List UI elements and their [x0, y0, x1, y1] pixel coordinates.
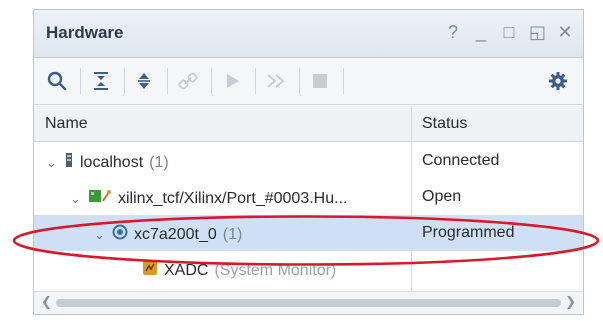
- column-header-status[interactable]: Status: [422, 115, 467, 133]
- tree-row-localhost[interactable]: ⌄ localhost (1) Connected: [34, 143, 583, 179]
- toolbar-separator: [255, 68, 256, 94]
- restore-icon[interactable]: ◱: [529, 22, 546, 42]
- status-cell: Programmed: [422, 224, 515, 241]
- link-icon[interactable]: [175, 68, 201, 94]
- tree-row-detail: (System Monitor): [214, 261, 337, 279]
- scrollbar-thumb[interactable]: [56, 299, 561, 307]
- horizontal-scrollbar[interactable]: ❮ ❯: [34, 291, 583, 314]
- panel-toolbar: [34, 58, 583, 105]
- fast-forward-icon[interactable]: [263, 68, 289, 94]
- chip-icon: [112, 224, 128, 245]
- tree-row-target[interactable]: ⌄ xilinx_tcf/Xilinx/Port_#0003.Hu... Ope…: [34, 179, 583, 215]
- toolbar-separator: [343, 68, 344, 94]
- toolbar-separator: [80, 68, 81, 94]
- chevron-down-icon[interactable]: ⌄: [46, 155, 58, 171]
- chevron-down-icon[interactable]: ⌄: [70, 191, 82, 207]
- tree-row-device[interactable]: ⌄ xc7a200t_0 (1) Programmed: [34, 215, 583, 251]
- scroll-left-icon[interactable]: ❮: [41, 294, 52, 310]
- server-icon: [64, 152, 74, 173]
- gear-icon[interactable]: [545, 68, 571, 94]
- stop-icon[interactable]: [307, 68, 333, 94]
- window-controls: ? _ □ ◱ ✕: [445, 22, 573, 42]
- panel-titlebar: Hardware ? _ □ ◱ ✕: [34, 10, 583, 58]
- hardware-panel: Hardware ? _ □ ◱ ✕ Name Status ⌄ localho…: [33, 9, 584, 315]
- tree-row-xadc[interactable]: XADC (System Monitor): [34, 251, 583, 287]
- search-icon[interactable]: [44, 68, 70, 94]
- toolbar-separator: [211, 68, 212, 94]
- jtag-cable-icon: [88, 188, 112, 209]
- monitor-icon: [142, 260, 158, 281]
- chevron-down-icon[interactable]: ⌄: [94, 227, 106, 243]
- panel-title: Hardware: [46, 23, 124, 42]
- column-header-name[interactable]: Name: [45, 115, 88, 133]
- tree-row-label: xc7a200t_0: [134, 225, 217, 243]
- column-header: Name Status: [34, 106, 583, 142]
- expand-all-icon[interactable]: [131, 68, 157, 94]
- run-icon[interactable]: [219, 68, 245, 94]
- tree-row-label: XADC: [164, 261, 209, 279]
- collapse-all-icon[interactable]: [88, 68, 114, 94]
- toolbar-separator: [299, 68, 300, 94]
- tree-row-count: (1): [222, 225, 243, 243]
- tree-row-label: xilinx_tcf/Xilinx/Port_#0003.Hu...: [118, 189, 348, 207]
- status-cell: Open: [422, 188, 462, 205]
- status-cell: Connected: [422, 152, 500, 169]
- toolbar-separator: [167, 68, 168, 94]
- maximize-icon[interactable]: □: [501, 22, 517, 42]
- tree-row-count: (1): [149, 153, 169, 171]
- scroll-right-icon[interactable]: ❯: [565, 294, 576, 310]
- toolbar-separator: [124, 68, 125, 94]
- help-icon[interactable]: ?: [445, 22, 461, 42]
- close-icon[interactable]: ✕: [557, 22, 573, 42]
- tree-row-label: localhost: [80, 153, 144, 171]
- minimize-icon[interactable]: _: [473, 22, 489, 42]
